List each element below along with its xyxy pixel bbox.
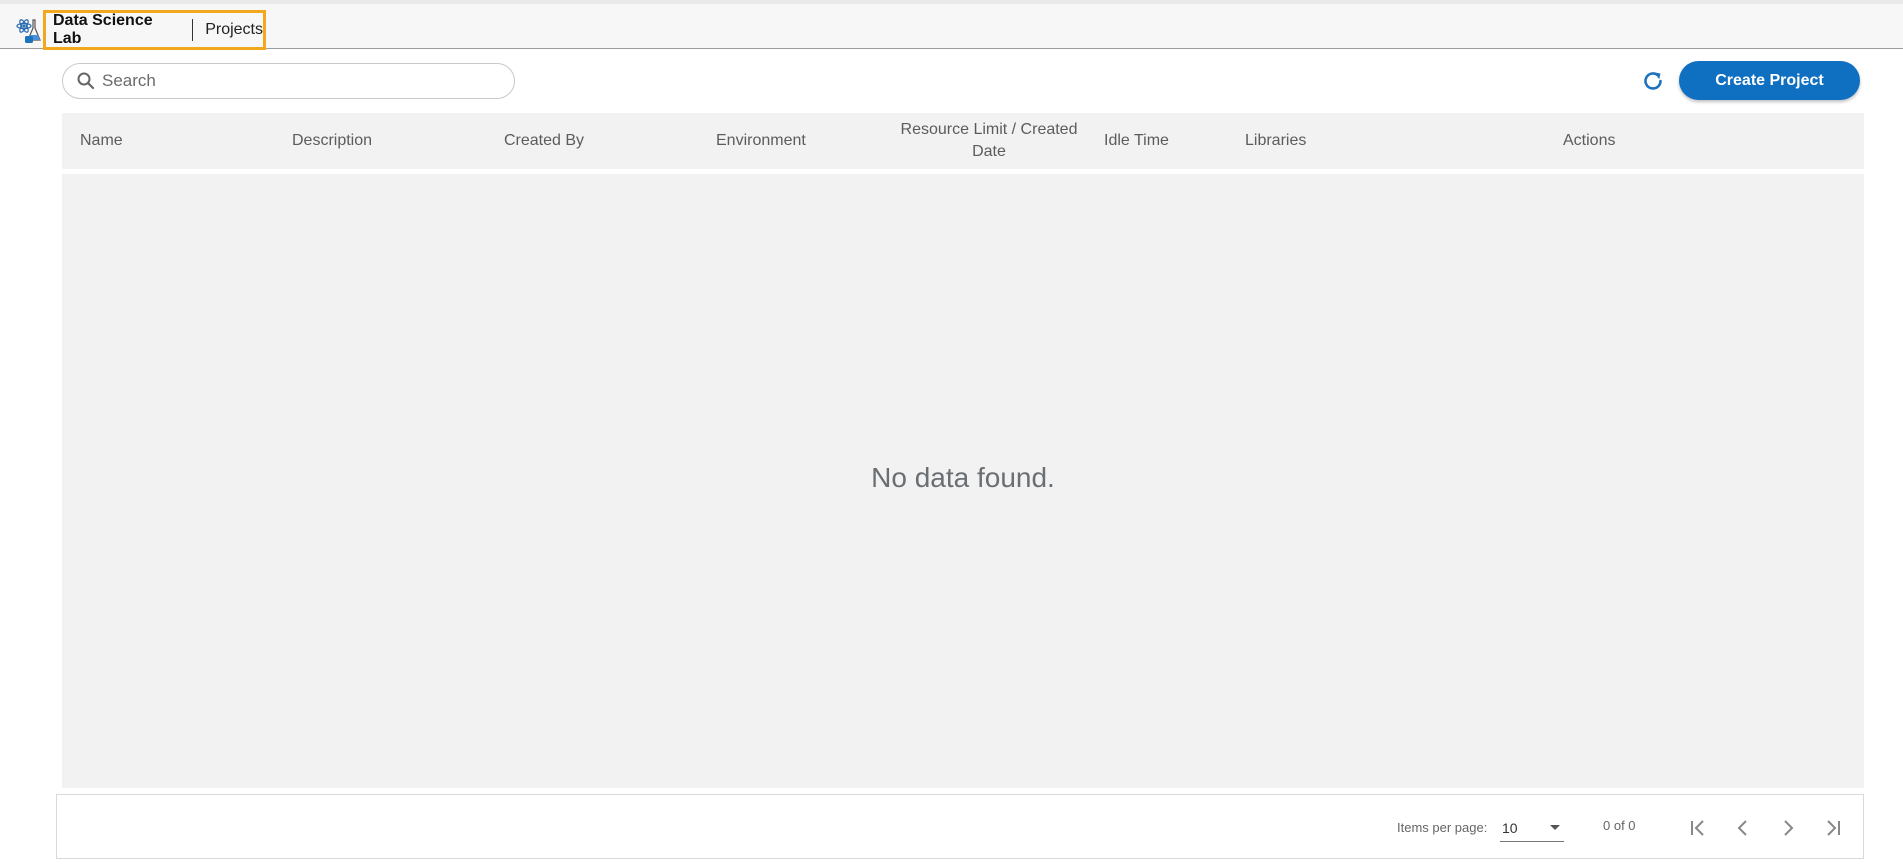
empty-state-message: No data found. (871, 462, 1055, 493)
top-bar: Data Science Lab Projects (0, 0, 1903, 50)
breadcrumb: Data Science Lab Projects (43, 10, 266, 50)
column-header-resource-limit-created-date[interactable]: Resource Limit / Created Date (894, 113, 1084, 169)
caret-down-icon (1550, 825, 1560, 830)
last-page-icon (1827, 820, 1840, 836)
search-box (62, 63, 515, 99)
next-page-icon (1784, 820, 1794, 836)
last-page-button[interactable] (1818, 813, 1848, 843)
column-header-idle-time[interactable]: Idle Time (1104, 113, 1169, 169)
refresh-icon[interactable] (1640, 68, 1666, 94)
items-per-page-select[interactable]: 10 (1500, 812, 1564, 842)
column-header-actions: Actions (1563, 132, 1616, 149)
items-per-page-label: Items per page: (1397, 820, 1488, 835)
create-project-button[interactable]: Create Project (1679, 61, 1860, 100)
app-title[interactable]: Data Science Lab (46, 12, 183, 48)
column-header-libraries[interactable]: Libraries (1245, 113, 1306, 169)
page-title: Projects (205, 21, 263, 38)
atom-flask-icon (16, 19, 41, 43)
column-header-name[interactable]: Name (80, 113, 123, 169)
next-page-button[interactable] (1773, 813, 1803, 843)
table-body: No data found. (62, 174, 1864, 788)
column-header-created-by[interactable]: Created By (504, 113, 584, 169)
page-range-label: 0 of 0 (1603, 818, 1636, 833)
first-page-icon (1691, 820, 1704, 836)
breadcrumb-divider (192, 19, 194, 41)
prev-page-icon (1737, 820, 1747, 836)
paginator: Items per page: 10 0 of 0 (56, 794, 1864, 859)
search-input[interactable] (102, 71, 502, 91)
column-header-environment[interactable]: Environment (716, 113, 806, 169)
column-header-description[interactable]: Description (292, 113, 372, 169)
items-per-page-value: 10 (1502, 820, 1518, 836)
first-page-button[interactable] (1683, 813, 1713, 843)
search-icon (77, 72, 95, 90)
prev-page-button[interactable] (1728, 813, 1758, 843)
table-header: Name Description Created By Environment … (62, 113, 1864, 169)
